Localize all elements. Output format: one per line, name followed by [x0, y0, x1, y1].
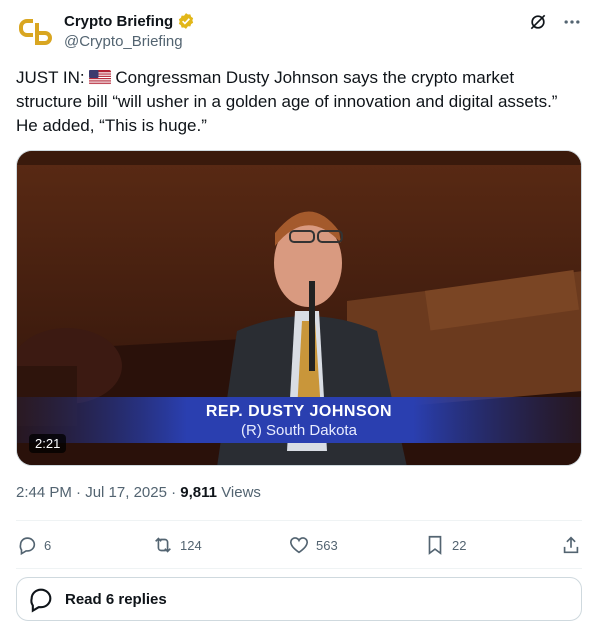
- divider-top: [16, 520, 582, 521]
- author-name-row: Crypto Briefing: [64, 12, 195, 30]
- post-text-prefix: JUST IN:: [16, 68, 90, 87]
- grok-icon[interactable]: [528, 12, 548, 32]
- share-button[interactable]: [560, 534, 582, 556]
- action-bar: 6 124 563 22: [16, 533, 582, 557]
- repost-count: 124: [180, 537, 202, 553]
- repost-button[interactable]: 124: [152, 534, 212, 556]
- meta-separator-2: ·: [171, 484, 177, 501]
- like-button[interactable]: 563: [288, 534, 348, 556]
- more-options-icon[interactable]: [562, 12, 582, 32]
- author-name[interactable]: Crypto Briefing: [64, 13, 173, 30]
- reply-button[interactable]: 6: [16, 534, 76, 556]
- crypto-briefing-logo-icon: [19, 19, 52, 45]
- avatar[interactable]: [16, 12, 56, 52]
- post-date[interactable]: Jul 17, 2025: [85, 484, 167, 501]
- video-caption: REP. DUSTY JOHNSON (R) South Dakota: [17, 403, 581, 443]
- post-time[interactable]: 2:44 PM: [16, 484, 72, 501]
- caption-subtitle: (R) South Dakota: [241, 422, 357, 439]
- reply-count: 6: [44, 537, 52, 553]
- chat-bubble-icon: [30, 588, 52, 613]
- views-count: 9,811: [180, 484, 218, 501]
- meta-separator: ·: [76, 484, 82, 501]
- reply-icon: [19, 537, 36, 556]
- us-flag-icon: [89, 70, 112, 85]
- read-replies-button[interactable]: Read 6 replies: [16, 577, 582, 621]
- repost-icon: [155, 537, 171, 553]
- verified-badge-icon: [179, 13, 194, 29]
- post-meta: 2:44 PM · Jul 17, 2025 · 9,811 Views: [16, 484, 261, 501]
- divider-bottom: [16, 568, 582, 569]
- bookmark-icon: [428, 535, 442, 555]
- top-icons: [528, 12, 582, 32]
- views-label: Views: [221, 484, 261, 501]
- heart-icon: [289, 537, 309, 554]
- share-icon: [563, 536, 579, 554]
- post-text: JUST IN: Congressman Dusty Johnson says …: [16, 66, 582, 138]
- video-player[interactable]: REP. DUSTY JOHNSON (R) South Dakota 2:21: [16, 150, 582, 466]
- caption-name: REP. DUSTY JOHNSON: [205, 403, 393, 420]
- bookmark-button[interactable]: 22: [424, 534, 484, 556]
- author-handle[interactable]: @Crypto_Briefing: [64, 33, 183, 50]
- like-count: 563: [316, 537, 338, 553]
- video-duration: 2:21: [29, 434, 67, 453]
- bookmark-count: 22: [452, 537, 467, 553]
- read-replies-label: Read 6 replies: [65, 590, 167, 608]
